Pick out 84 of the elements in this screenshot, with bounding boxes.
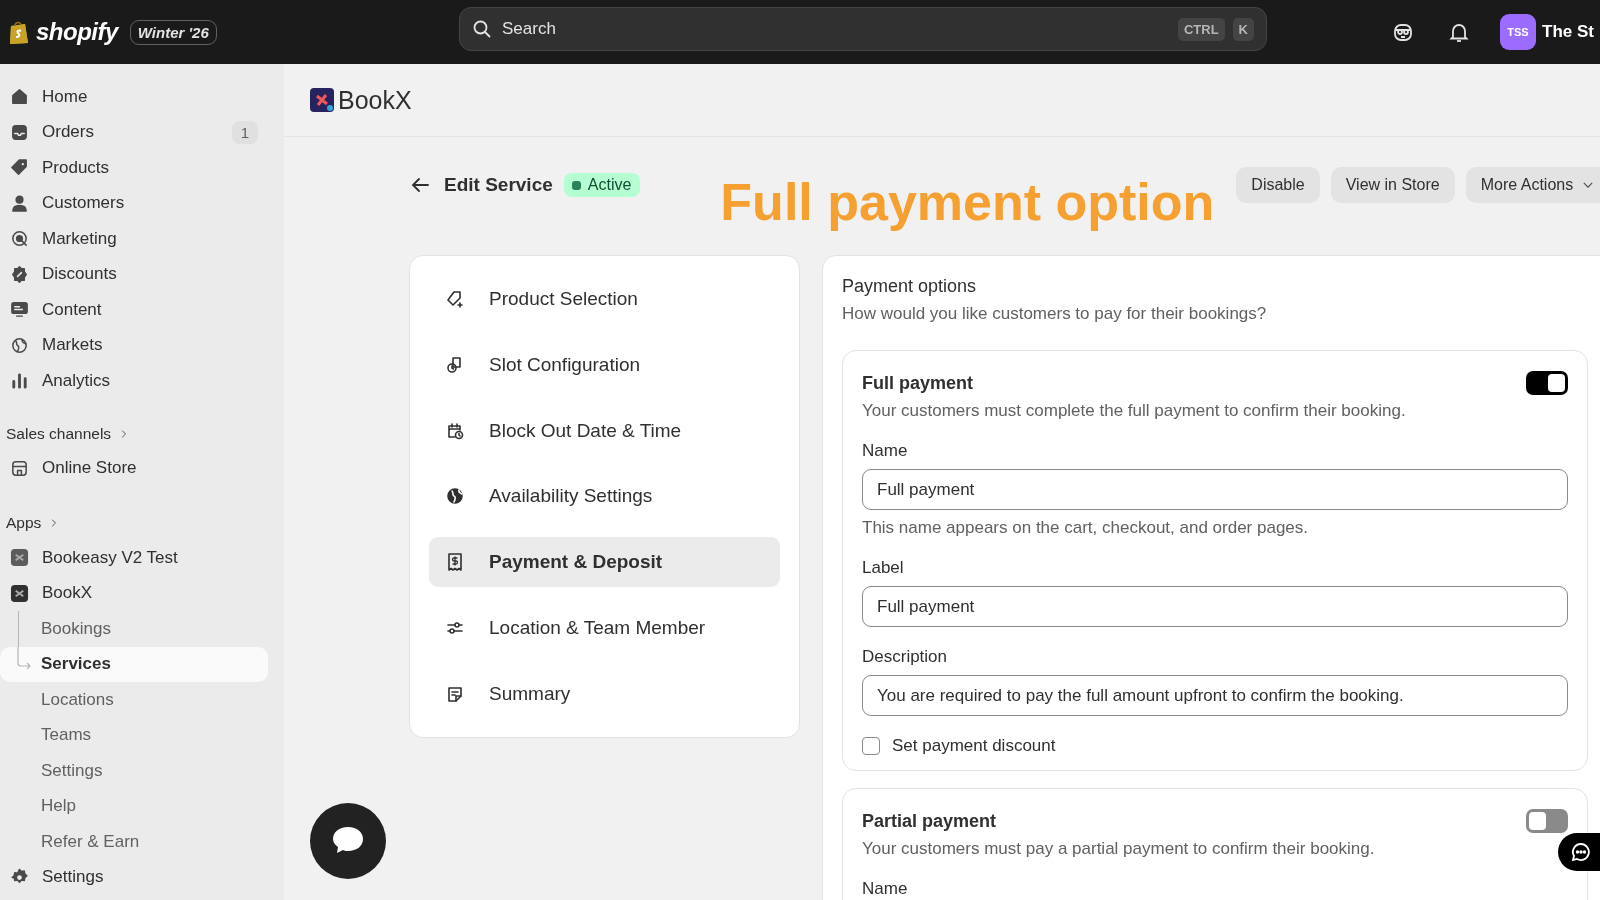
search-field[interactable]: Search: [500, 18, 1170, 40]
search-icon: [472, 19, 492, 39]
checkbox-label: Set payment discount: [892, 736, 1056, 756]
tag-icon: [10, 158, 29, 178]
calendar-clock-icon: [445, 420, 465, 441]
sidebar-subitem[interactable]: Refer & Earn: [0, 824, 268, 860]
section-heading[interactable]: Apps: [6, 514, 42, 532]
sidebar-item[interactable]: Settings: [0, 859, 268, 895]
sidebar-item[interactable]: Analytics: [0, 363, 268, 399]
step-item[interactable]: Block Out Date & Time: [429, 405, 780, 456]
inbox-icon: [10, 122, 29, 142]
sidebar-subitem[interactable]: Bookings: [0, 611, 268, 647]
chat-widget-button[interactable]: [1558, 833, 1600, 871]
store-icon: [10, 458, 29, 478]
status-badge: Active: [563, 173, 641, 197]
action-button[interactable]: View in Store: [1330, 167, 1455, 203]
field-label: Name: [862, 879, 909, 899]
sidebar-subitem[interactable]: Teams: [0, 717, 268, 753]
section-heading[interactable]: Sales channels: [6, 424, 112, 443]
sidebar-item[interactable]: Content: [0, 292, 268, 328]
sidebar-item[interactable]: Discounts: [0, 256, 268, 292]
app-logo-icon: [309, 87, 335, 113]
bar-chart-icon: [10, 371, 29, 391]
card-title: Payment options: [842, 276, 978, 297]
app-title: BookX: [338, 85, 412, 115]
target-icon: [10, 229, 29, 249]
field-label: Description: [862, 647, 949, 667]
shopping-bag-icon: [8, 19, 30, 45]
globe-icon: [10, 335, 29, 355]
sidebar-item[interactable]: Home: [0, 79, 268, 115]
shortcut-key: K: [1232, 17, 1254, 41]
tag-plus-icon: [445, 289, 465, 309]
home-icon: [10, 87, 29, 107]
search-bar[interactable]: Search CTRL K: [459, 7, 1267, 51]
store-name: The St: [1542, 22, 1594, 42]
text-field[interactable]: You are required to pay the full amount upfront to confirm the booking.: [862, 675, 1568, 716]
option-title: Full payment: [862, 372, 973, 394]
text-field[interactable]: Full payment: [862, 586, 1568, 627]
discount-icon: [10, 264, 29, 284]
page-title: Edit Service: [444, 174, 553, 196]
action-button[interactable]: More Actions: [1465, 167, 1600, 203]
receipt-icon: [445, 552, 465, 573]
person-icon: [10, 193, 29, 213]
globe-icon: [445, 486, 465, 507]
option-description: Your customers must complete the full payment to confirm their booking.: [862, 401, 1407, 421]
sidebar-item[interactable]: Orders 1: [0, 114, 268, 150]
speech-bubble-icon: [1570, 841, 1592, 863]
sidebar-item[interactable]: Bookeasy V2 Test: [0, 540, 268, 576]
brand-name: shopify: [36, 18, 118, 46]
app-icon: [10, 548, 29, 568]
step-item[interactable]: Availability Settings: [429, 471, 780, 522]
sidebar-item[interactable]: Online Store: [0, 450, 268, 486]
field-label: Name: [862, 441, 909, 461]
field-label: Label: [862, 558, 905, 578]
sidebar-subitem[interactable]: Services: [0, 646, 268, 682]
action-button[interactable]: Disable: [1236, 167, 1320, 203]
option-description: Your customers must pay a partial payment to confirm their booking.: [862, 839, 1376, 859]
shortcut-key: CTRL: [1177, 17, 1225, 41]
toggle-switch[interactable]: [1526, 809, 1568, 833]
monitor-icon: [10, 300, 29, 320]
card-subtitle: How would you like customers to pay for their bookings?: [842, 304, 1268, 324]
step-item[interactable]: Location & Team Member: [429, 603, 780, 653]
help-text: This name appears on the cart, checkout, and order pages.: [862, 518, 1310, 538]
step-item[interactable]: Summary: [429, 668, 780, 719]
option-title: Partial payment: [862, 810, 997, 832]
app-icon: [10, 583, 29, 603]
step-item[interactable]: Product Selection: [429, 274, 780, 324]
sidebar-subitem[interactable]: Locations: [0, 682, 268, 718]
step-item[interactable]: Payment & Deposit: [429, 537, 780, 588]
toggle-switch[interactable]: [1526, 371, 1568, 395]
sidebar-item[interactable]: Products: [0, 150, 268, 186]
step-item[interactable]: Slot Configuration: [429, 339, 780, 390]
text-field[interactable]: Full payment: [862, 469, 1568, 510]
checkbox[interactable]: [862, 737, 880, 755]
count-badge: 1: [231, 120, 258, 144]
sidebar-item[interactable]: Marketing: [0, 221, 268, 257]
store-avatar[interactable]: TSS: [1500, 14, 1536, 50]
sidebar-subitem[interactable]: Settings: [0, 753, 268, 789]
sidebar-item[interactable]: Markets: [0, 327, 268, 363]
sidebar-item[interactable]: BookX: [0, 575, 268, 611]
annotation-text: Full payment option: [720, 172, 1215, 232]
edition-badge: Winter '26: [129, 19, 217, 45]
sidebar-subitem[interactable]: Help: [0, 788, 268, 824]
sidebar-item[interactable]: Customers: [0, 185, 268, 221]
